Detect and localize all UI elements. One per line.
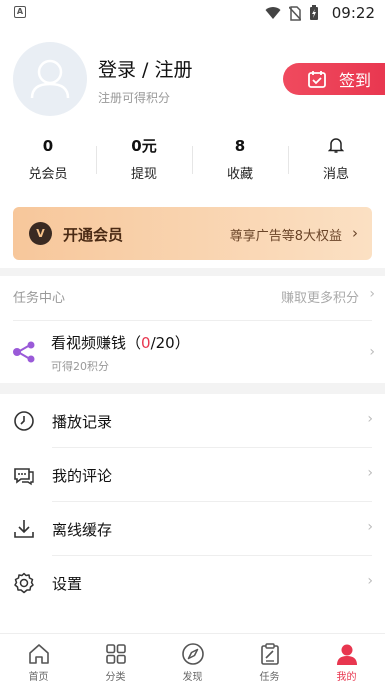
- vip-benefits: 尊享广告等8大权益: [229, 229, 342, 244]
- compass-icon: [182, 643, 204, 665]
- menu-label: 设置: [52, 575, 83, 593]
- download-icon: [14, 520, 34, 538]
- calendar-check-icon: [308, 71, 326, 88]
- user-icon: [337, 644, 357, 665]
- chevron-right-icon: ›: [367, 411, 373, 427]
- nav-label: 发现: [182, 672, 203, 683]
- home-icon: [29, 644, 49, 664]
- chevron-right-icon: ›: [367, 519, 373, 535]
- stat-value: 8: [234, 137, 246, 155]
- gear-icon: [14, 572, 34, 594]
- section-gap: [0, 268, 385, 276]
- task-title-suffix: /20）: [150, 334, 190, 352]
- earn-more-points-link[interactable]: 赚取更多积分: [281, 287, 359, 306]
- login-subtitle: 注册可得积分: [98, 91, 171, 105]
- nav-label: 分类: [105, 672, 126, 683]
- menu-label: 我的评论: [52, 467, 113, 485]
- menu-play-history[interactable]: 播放记录 ›: [0, 394, 385, 448]
- task-center-header: 任务中心: [13, 291, 66, 306]
- nav-label: 首页: [28, 672, 49, 683]
- avatar[interactable]: [13, 42, 87, 116]
- stat-label: 收藏: [226, 167, 253, 182]
- nav-home[interactable]: 首页: [0, 634, 77, 686]
- status-icons: [265, 5, 319, 21]
- vip-banner[interactable]: V 开通会员 尊享广告等8大权益 ›: [13, 207, 372, 260]
- menu-settings[interactable]: 设置 ›: [0, 556, 385, 610]
- chevron-right-icon: ›: [352, 224, 358, 242]
- wifi-icon: [265, 7, 281, 20]
- login-register-link[interactable]: 登录 / 注册: [98, 55, 192, 82]
- status-time: 09:22: [331, 4, 375, 22]
- menu-label: 离线缓存: [52, 521, 113, 539]
- chevron-right-icon: ›: [367, 465, 373, 481]
- chevron-right-icon: ›: [369, 344, 375, 360]
- vip-title: 开通会员: [63, 226, 124, 244]
- nav-tasks[interactable]: 任务: [231, 634, 308, 686]
- bell-icon: [288, 136, 384, 156]
- checkin-label: 签到: [339, 71, 372, 90]
- stat-withdraw[interactable]: 0元 提现: [96, 136, 192, 182]
- stat-value: 0元: [131, 137, 157, 155]
- bottom-nav: 首页 分类 发现 任务 我的: [0, 633, 385, 686]
- task-title: 看视频赚钱（0/20）: [51, 332, 190, 353]
- menu-label: 播放记录: [52, 413, 113, 431]
- stat-label: 消息: [322, 167, 349, 182]
- task-progress-done: 0: [141, 334, 151, 352]
- nav-label: 我的: [336, 672, 357, 683]
- notification-a-icon: A: [14, 6, 26, 18]
- nav-category[interactable]: 分类: [77, 634, 154, 686]
- comment-icon: [14, 468, 34, 486]
- clipboard-icon: [261, 643, 279, 665]
- clock-icon: [14, 411, 34, 431]
- nav-mine[interactable]: 我的: [308, 634, 385, 686]
- user-placeholder-icon: [30, 59, 70, 99]
- checkin-button[interactable]: 签到: [283, 63, 385, 95]
- menu-my-comments[interactable]: 我的评论 ›: [0, 448, 385, 502]
- battery-icon: [310, 5, 318, 20]
- menu-offline-cache[interactable]: 离线缓存 ›: [0, 502, 385, 556]
- status-bar: A 09:22: [0, 0, 385, 26]
- nav-discover[interactable]: 发现: [154, 634, 231, 686]
- no-sim-icon: [289, 5, 301, 21]
- stat-favorites[interactable]: 8 收藏: [192, 136, 288, 182]
- share-icon: [13, 341, 35, 363]
- nav-label: 任务: [259, 672, 280, 683]
- vip-logo-icon: V: [29, 222, 52, 245]
- task-reward: 可得20积分: [51, 360, 109, 373]
- chevron-right-icon: ›: [367, 573, 373, 589]
- stat-label: 兑会员: [28, 167, 68, 182]
- grid-icon: [106, 644, 126, 664]
- task-title-prefix: 看视频赚钱（: [51, 334, 142, 352]
- stat-label: 提现: [130, 167, 157, 182]
- stat-value: 0: [42, 137, 54, 155]
- stats-row: 0 兑会员 0元 提现 8 收藏 消息: [0, 136, 385, 186]
- stat-messages[interactable]: 消息: [288, 136, 384, 182]
- section-gap: [0, 383, 385, 394]
- stat-vip-exchange[interactable]: 0 兑会员: [0, 136, 96, 182]
- chevron-right-icon: ›: [369, 286, 375, 302]
